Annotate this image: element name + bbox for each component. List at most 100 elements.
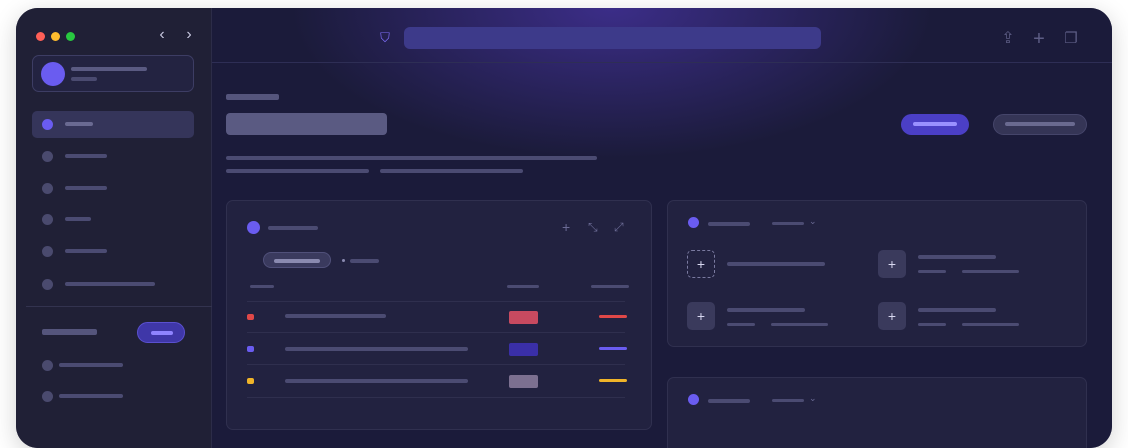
row-color-icon [247, 378, 254, 384]
tile-meta [727, 323, 755, 326]
minimize-window-button[interactable] [51, 32, 60, 41]
sidebar-section-button-label [151, 331, 173, 335]
activity-panel: + ⤡ ⤢ [226, 200, 652, 430]
nav-item-icon [42, 183, 53, 194]
row-color-icon [247, 314, 254, 320]
tile-meta [918, 270, 946, 273]
expand-icon[interactable]: ⤢ [614, 220, 624, 235]
row-name [285, 314, 386, 318]
row-name [285, 379, 468, 383]
page-eyebrow [226, 94, 279, 100]
row-badge [509, 375, 538, 388]
row-badge [509, 311, 538, 324]
row-badge [509, 343, 538, 356]
tile-meta [771, 323, 828, 326]
tile-button[interactable]: + [878, 250, 906, 278]
close-window-button[interactable] [36, 32, 45, 41]
primary-button[interactable] [901, 114, 969, 135]
tile-title [918, 255, 996, 259]
sidebar-item-label [65, 186, 107, 190]
row-divider [247, 397, 625, 398]
profile-name [71, 67, 147, 71]
primary-button-label [913, 122, 957, 126]
main-content: ⛉ ⇪ + ❐ + ⤡ ⤢ ⌄ + + + + ⌄ [212, 8, 1112, 448]
app-window: ‹ › ⛉ ⇪ + ❐ + ⤡ ⤢ ⌄ + + + + ⌄ [16, 8, 1112, 448]
tile-button[interactable]: + [687, 302, 715, 330]
row-color-icon [247, 346, 254, 352]
column-header [507, 285, 539, 288]
column-header [591, 285, 629, 288]
panel-dropdown[interactable] [772, 222, 804, 225]
sidebar-item-label [65, 154, 107, 158]
collapse-icon[interactable]: ⤡ [588, 220, 598, 235]
filter-chip[interactable] [263, 252, 331, 268]
nav-item-icon [42, 360, 53, 371]
maximize-window-button[interactable] [66, 32, 75, 41]
sidebar-item-label [65, 249, 107, 253]
chevron-left-icon[interactable]: ‹ [153, 25, 171, 45]
sidebar-divider [26, 306, 212, 307]
page-description-line-3 [380, 169, 523, 173]
sidebar-item-5[interactable] [32, 238, 194, 265]
filter-chip-label [274, 259, 320, 263]
address-bar[interactable] [404, 27, 821, 49]
sidebar-item-6[interactable] [32, 271, 194, 298]
tile-button[interactable]: + [878, 302, 906, 330]
sidebar-section-button[interactable] [137, 322, 185, 343]
panel-icon [247, 221, 260, 234]
sidebar-section-item-1[interactable] [32, 352, 194, 379]
add-tile-button[interactable]: + [687, 250, 715, 278]
panel-title [708, 222, 750, 226]
panel-title [708, 399, 750, 403]
nav-item-icon [42, 119, 53, 130]
sidebar-item-2[interactable] [32, 143, 194, 170]
panel-dropdown[interactable] [772, 399, 804, 402]
chevron-down-icon[interactable]: ⌄ [809, 216, 817, 227]
nav-item-icon [42, 391, 53, 402]
share-icon[interactable]: ⇪ [999, 30, 1017, 48]
page-title [226, 113, 387, 135]
table-row[interactable] [227, 333, 651, 364]
tile-meta [962, 270, 1019, 273]
quick-actions-panel: ⌄ + + + + [667, 200, 1087, 347]
sidebar-item-label [65, 282, 155, 286]
traffic-lights [36, 32, 75, 41]
page-description-line-1 [226, 156, 597, 160]
sidebar-section-item-2[interactable] [32, 383, 194, 410]
tile-title [918, 308, 996, 312]
row-status-bar [599, 379, 627, 382]
sidebar-item-label [65, 122, 93, 126]
sidebar-item-4[interactable] [32, 206, 194, 233]
nav-item-icon [42, 279, 53, 290]
plus-icon[interactable]: + [562, 219, 570, 235]
sidebar-item-label [65, 217, 91, 221]
row-status-bar [599, 347, 627, 350]
page-description-line-2 [226, 169, 369, 173]
sidebar: ‹ › [16, 8, 212, 448]
profile-switcher[interactable] [32, 55, 194, 92]
avatar [41, 62, 65, 86]
panel-icon [688, 217, 699, 228]
sidebar-item-1[interactable] [32, 111, 194, 138]
sidebar-item-3[interactable] [32, 175, 194, 202]
filter-text [350, 259, 379, 263]
chevron-down-icon[interactable]: ⌄ [809, 393, 817, 404]
bottom-panel: ⌄ [667, 377, 1087, 448]
table-row[interactable] [227, 365, 651, 396]
tabs-icon[interactable]: ❐ [1062, 30, 1080, 48]
panel-title [268, 226, 318, 230]
sidebar-item-label [59, 363, 123, 367]
secondary-button[interactable] [993, 114, 1087, 135]
profile-subtitle [71, 77, 97, 81]
nav-item-icon [42, 214, 53, 225]
tile-meta [918, 323, 946, 326]
plus-icon[interactable]: + [1030, 29, 1048, 49]
toolbar-divider [212, 62, 1112, 63]
column-header [250, 285, 274, 288]
table-row[interactable] [227, 302, 651, 333]
chevron-right-icon[interactable]: › [180, 25, 198, 45]
secondary-button-label [1005, 122, 1075, 126]
sidebar-section-title [42, 329, 97, 335]
tile-meta [962, 323, 1019, 326]
shield-icon[interactable]: ⛉ [377, 30, 393, 46]
